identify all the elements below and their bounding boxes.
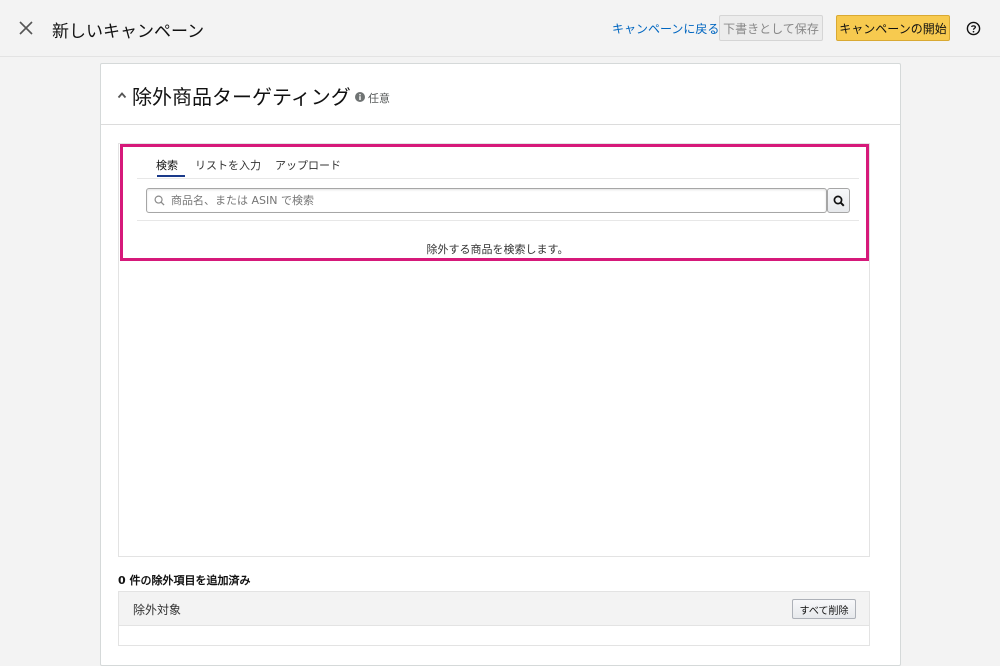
search-divider [137, 220, 859, 221]
empty-search-message: 除外する商品を検索します。 [426, 243, 569, 256]
tab-upload[interactable]: アップロード [275, 157, 341, 173]
top-bar: 新しいキャンペーン キャンペーンに戻る 下書きとして保存 キャンペーンの開始 [0, 0, 1000, 57]
highlight-frame: 検索 リストを入力 アップロード 除外する商品を検索します。 [120, 144, 869, 261]
excluded-count-label: 0 件の除外項目を追加済み [118, 574, 251, 587]
page-title: 新しいキャンペーン [52, 22, 205, 42]
info-icon[interactable] [355, 92, 365, 102]
section-header[interactable]: 除外商品ターゲティング 任意 [101, 64, 900, 125]
start-campaign-button[interactable]: キャンペーンの開始 [836, 15, 950, 41]
remove-all-button[interactable]: すべて削除 [792, 599, 856, 619]
section-title: 除外商品ターゲティング [132, 85, 351, 109]
negative-product-targeting-card: 除外商品ターゲティング 任意 検索 リストを入力 アップロード 商品名、または … [100, 63, 901, 666]
tabs-divider [137, 178, 859, 179]
close-icon[interactable] [17, 19, 35, 37]
chevron-up-icon[interactable] [117, 91, 127, 99]
optional-label: 任意 [368, 92, 390, 105]
help-icon[interactable] [966, 21, 981, 36]
tab-enter-list[interactable]: リストを入力 [195, 157, 261, 173]
product-search-panel: 検索 リストを入力 アップロード 除外する商品を検索します。 [118, 143, 870, 557]
tab-search[interactable]: 検索 [156, 157, 178, 173]
search-icon [833, 195, 845, 207]
save-draft-button[interactable]: 下書きとして保存 [719, 15, 823, 41]
excluded-items-table: 除外対象 すべて削除 [118, 591, 870, 646]
search-button[interactable] [827, 188, 850, 213]
product-search-input[interactable] [171, 191, 811, 210]
search-icon [154, 195, 165, 206]
table-header: 除外対象 すべて削除 [119, 592, 869, 626]
search-box[interactable] [146, 188, 827, 213]
active-tab-indicator [157, 175, 185, 177]
back-to-campaigns-link[interactable]: キャンペーンに戻る [612, 20, 719, 37]
column-header-excluded: 除外対象 [133, 603, 182, 617]
